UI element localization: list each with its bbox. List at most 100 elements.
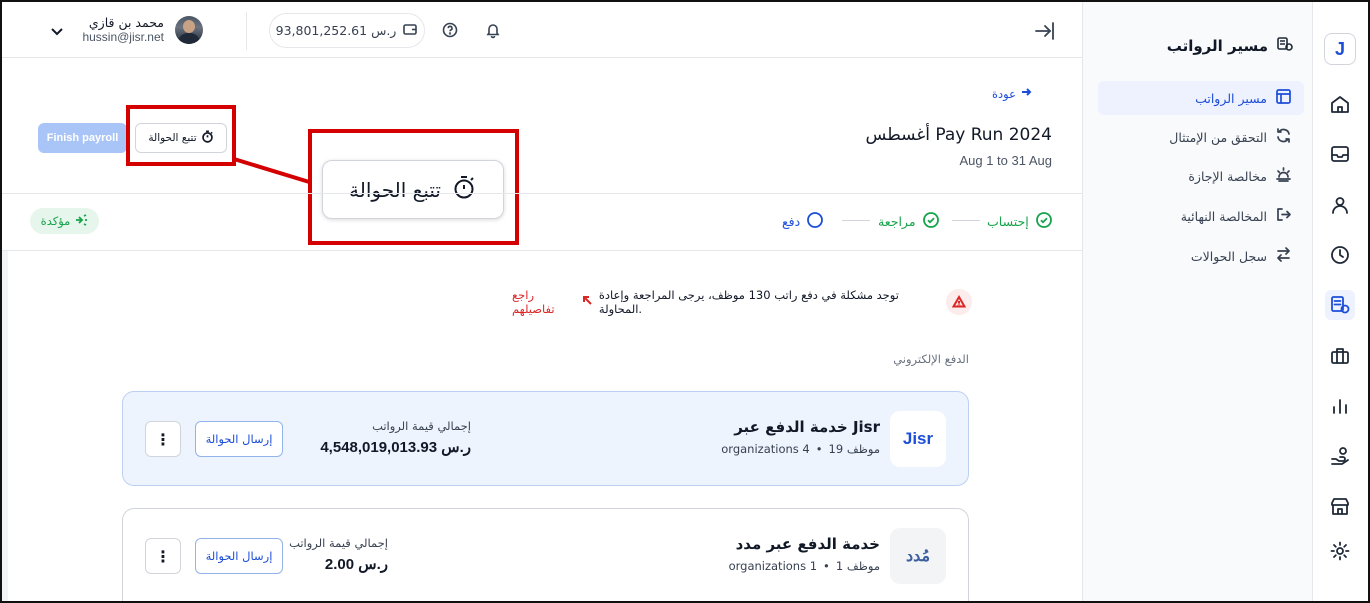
submenu-item-label: المخالصة النهائية bbox=[1180, 208, 1267, 224]
bar-chart-icon[interactable] bbox=[1325, 391, 1355, 421]
back-label: عودة bbox=[992, 86, 1016, 101]
submenu-item-label: التحقق من الإمتثال bbox=[1169, 129, 1267, 145]
submenu-item-payroll[interactable]: مسير الرواتب bbox=[1098, 81, 1304, 115]
submenu-item-label: مخالصة الإجازة bbox=[1188, 168, 1267, 184]
more-options-button[interactable]: ⋮ bbox=[145, 538, 181, 574]
finish-payroll-button[interactable]: Finish payroll bbox=[38, 123, 127, 153]
clock-icon[interactable] bbox=[1325, 240, 1355, 270]
total-value: 4,548,019,013.93 ر.س bbox=[320, 439, 471, 456]
separator-dot: • bbox=[823, 559, 830, 573]
submenu-item-label: سجل الحوالات bbox=[1190, 248, 1267, 264]
payroll-submenu: مسير الرواتب مسير الرواتب التحقق من الإم… bbox=[1082, 2, 1312, 601]
balance-pill[interactable]: 93,801,252.61 ر.س bbox=[269, 13, 425, 48]
annotation-connector bbox=[233, 157, 312, 185]
arrow-right-icon bbox=[1020, 86, 1032, 101]
step-label: دفع bbox=[782, 214, 801, 229]
submenu-item-label: مسير الرواتب bbox=[1195, 90, 1267, 106]
provider-card: مُدد خدمة الدفع عبر مدد 1 موظف • organiz… bbox=[122, 508, 969, 601]
payroll-icon[interactable] bbox=[1325, 290, 1355, 320]
check-circle-icon bbox=[1035, 211, 1053, 232]
send-transfer-button[interactable]: إرسال الحوالة bbox=[195, 421, 283, 457]
bell-icon[interactable] bbox=[484, 21, 502, 39]
zoomed-track-label: تتبع الحوالة bbox=[349, 177, 441, 202]
scroll-gutter bbox=[2, 251, 8, 601]
step-connector bbox=[952, 220, 980, 221]
check-circle-icon bbox=[922, 211, 940, 232]
user-icon[interactable] bbox=[1325, 190, 1355, 220]
icon-rail: J bbox=[1312, 2, 1368, 601]
briefcase-icon[interactable] bbox=[1325, 341, 1355, 371]
warning-icon bbox=[946, 289, 972, 315]
refresh-icon bbox=[1275, 127, 1292, 147]
review-details-link[interactable]: راجع تفاصيلهم bbox=[512, 288, 593, 316]
step-calculate: إحتساب bbox=[987, 211, 1053, 232]
total-value: 2.00 ر.س bbox=[324, 556, 388, 573]
total-label: إجمالي قيمة الرواتب bbox=[372, 419, 471, 433]
step-review: مراجعة bbox=[878, 211, 940, 232]
divider bbox=[246, 12, 247, 50]
app-window: محمد بن قازي hussin@jisr.net 93,801,252.… bbox=[0, 0, 1370, 603]
step-pay: دفع bbox=[782, 211, 824, 232]
back-link[interactable]: عودة bbox=[992, 86, 1032, 101]
coins-icon bbox=[1276, 35, 1294, 57]
warning-banner: راجع تفاصيلهم توجد مشكلة في دفع راتب 130… bbox=[512, 288, 972, 316]
sunset-icon bbox=[1275, 166, 1292, 186]
employee-count: 1 موظف bbox=[835, 559, 880, 573]
org-count: organizations 1 bbox=[728, 559, 818, 573]
submenu-item-compliance[interactable]: التحقق من الإمتثال bbox=[1098, 120, 1304, 154]
wallet-icon bbox=[402, 21, 418, 40]
status-badge: مؤكدة bbox=[30, 208, 99, 234]
help-icon[interactable] bbox=[441, 21, 459, 39]
user-email[interactable]: hussin@jisr.net bbox=[62, 30, 164, 44]
send-icon bbox=[74, 213, 88, 230]
circle-icon bbox=[806, 211, 824, 232]
step-label: مراجعة bbox=[878, 214, 916, 229]
hand-coin-icon[interactable] bbox=[1325, 441, 1355, 471]
step-connector bbox=[842, 220, 870, 221]
page-subtitle: Aug 1 to 31 Aug bbox=[959, 153, 1052, 168]
provider-logo: مُدد bbox=[890, 528, 946, 584]
inbox-icon[interactable] bbox=[1325, 139, 1355, 169]
avatar[interactable] bbox=[175, 16, 203, 44]
zoomed-track-transfer-button: تتبع الحوالة bbox=[322, 160, 504, 219]
warning-text: توجد مشكلة في دفع راتب 130 موظف، يرجى ال… bbox=[598, 288, 899, 316]
submenu-title-label: مسير الرواتب bbox=[1166, 37, 1268, 55]
main-content: محمد بن قازي hussin@jisr.net 93,801,252.… bbox=[2, 2, 1085, 601]
collapse-sidebar-icon[interactable] bbox=[1032, 19, 1056, 43]
provider-meta: 1 موظف • organizations 1 bbox=[729, 559, 880, 573]
divider bbox=[2, 193, 1085, 194]
separator-dot: • bbox=[815, 442, 823, 456]
more-options-button[interactable]: ⋮ bbox=[145, 421, 181, 457]
transfer-arrows-icon bbox=[1275, 246, 1292, 266]
step-label: إحتساب bbox=[987, 214, 1029, 229]
section-label: الدفع الإلكتروني bbox=[893, 352, 969, 366]
user-name[interactable]: محمد بن قازي bbox=[62, 15, 164, 30]
store-icon[interactable] bbox=[1325, 491, 1355, 521]
submenu-title: مسير الرواتب bbox=[1167, 35, 1294, 57]
annotation-highlight-box bbox=[126, 105, 236, 166]
provider-name: خدمة الدفع عبر Jisr bbox=[734, 418, 880, 436]
total-label: إجمالي قيمة الرواتب bbox=[289, 536, 388, 550]
home-icon[interactable] bbox=[1325, 89, 1355, 119]
org-count: organizations 4 bbox=[721, 442, 810, 456]
settings-icon[interactable] bbox=[1325, 536, 1355, 566]
arrow-up-left-icon bbox=[582, 295, 593, 309]
submenu-item-transfer-log[interactable]: سجل الحوالات bbox=[1098, 239, 1304, 273]
provider-name: خدمة الدفع عبر مدد bbox=[735, 535, 880, 553]
stopwatch-icon bbox=[451, 174, 477, 205]
provider-card: Jisr خدمة الدفع عبر Jisr 19 موظف • organ… bbox=[122, 391, 969, 486]
status-badge-label: مؤكدة bbox=[40, 214, 71, 228]
logout-icon bbox=[1275, 206, 1292, 226]
jisr-logo[interactable]: J bbox=[1324, 33, 1356, 65]
submenu-item-final-settlement[interactable]: المخالصة النهائية bbox=[1098, 199, 1304, 233]
submenu-item-leave-settlement[interactable]: مخالصة الإجازة bbox=[1098, 159, 1304, 193]
provider-logo: Jisr bbox=[890, 411, 946, 467]
employee-count: 19 موظف bbox=[828, 442, 880, 456]
table-icon bbox=[1275, 88, 1292, 108]
progress-steps: إحتساب مراجعة دفع bbox=[762, 209, 1052, 233]
review-details-label: راجع تفاصيلهم bbox=[512, 288, 555, 316]
provider-meta: 19 موظف • organizations 4 bbox=[721, 442, 880, 456]
divider bbox=[2, 250, 1085, 251]
send-transfer-button[interactable]: إرسال الحوالة bbox=[195, 538, 283, 574]
page-title: أغسطس Pay Run 2024 bbox=[865, 125, 1052, 145]
